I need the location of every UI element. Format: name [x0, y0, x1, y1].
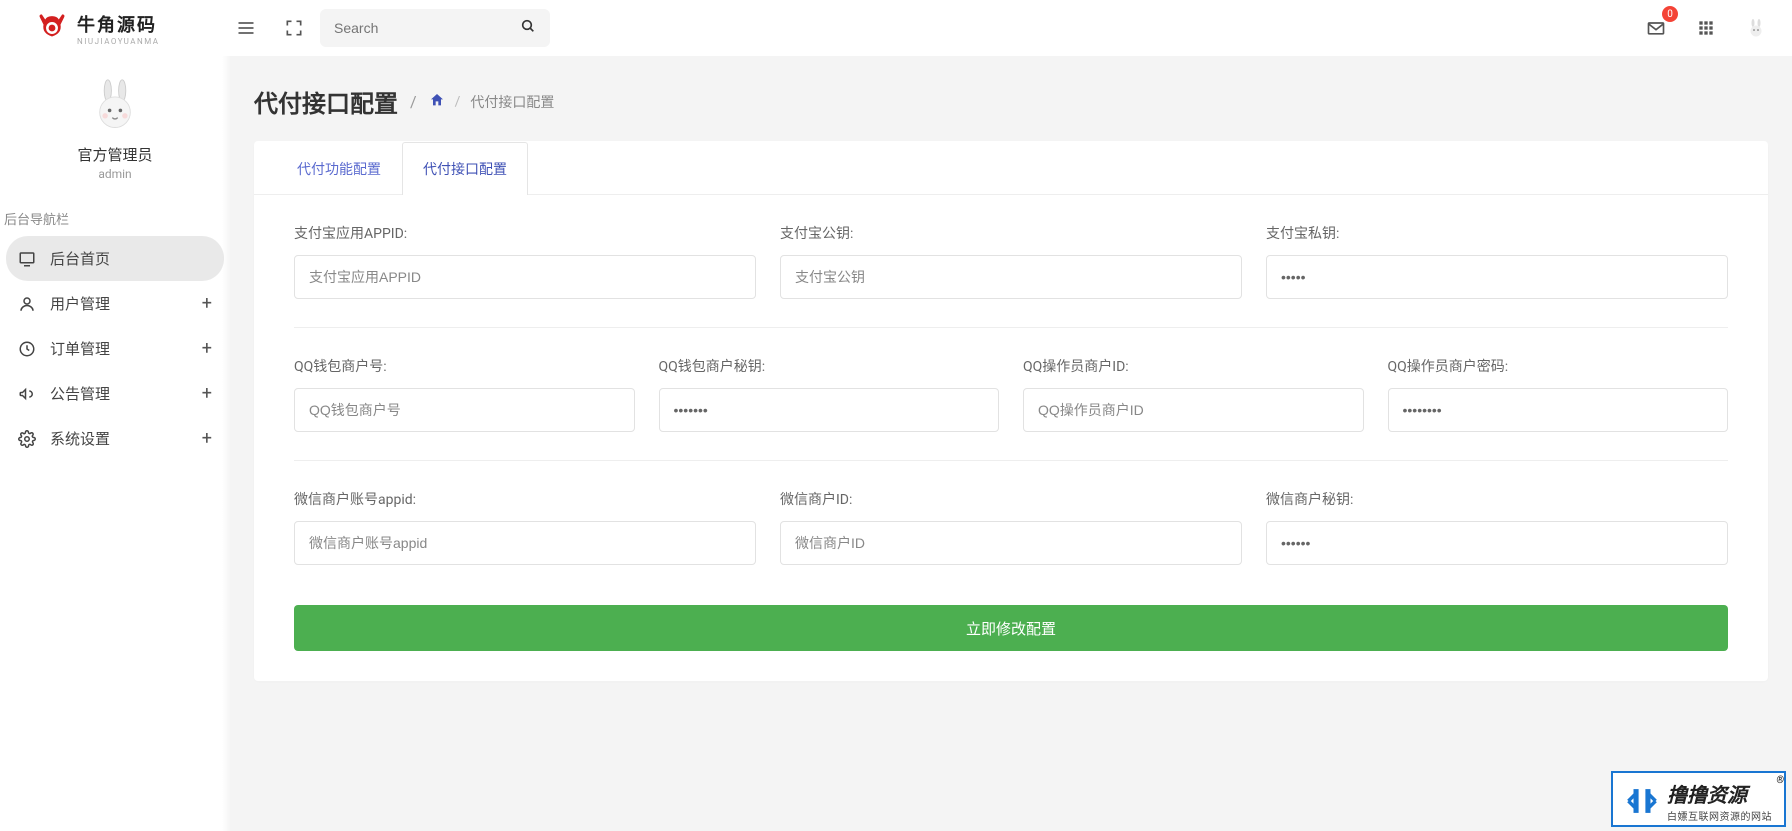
form-area: 支付宝应用APPID: 支付宝公钥: 支付宝私钥: QQ钱包商户号: [254, 195, 1768, 681]
user-block: 官方管理员 admin [0, 68, 230, 201]
menu-toggle-icon[interactable] [230, 12, 262, 44]
watermark-logo-icon [1625, 784, 1659, 818]
monitor-icon [18, 250, 36, 268]
search-input[interactable] [334, 20, 520, 36]
watermark-title: 撸撸资源® [1667, 779, 1772, 808]
plus-icon: + [202, 340, 212, 358]
nav-label: 后台首页 [50, 248, 110, 269]
label-qq-op-pwd: QQ操作员商户密码: [1388, 356, 1729, 376]
mail-icon[interactable]: 0 [1640, 12, 1672, 44]
topbar: 牛角源码 NIUJIAOYUANMA 0 [0, 0, 1792, 56]
main-content: 代付接口配置 / / 代付接口配置 代付功能配置 代付接口配置 支付宝应用APP… [230, 56, 1792, 831]
form-row-alipay: 支付宝应用APPID: 支付宝公钥: 支付宝私钥: [294, 223, 1728, 328]
megaphone-icon [18, 385, 36, 403]
breadcrumb-sep: / [410, 92, 417, 111]
page-title: 代付接口配置 [254, 84, 398, 119]
nav-label: 订单管理 [50, 338, 110, 359]
breadcrumb: / 代付接口配置 [429, 92, 555, 112]
nav-label: 用户管理 [50, 293, 110, 314]
nav-dashboard[interactable]: 后台首页 [6, 236, 224, 281]
label-wx-appid: 微信商户账号appid: [294, 489, 756, 509]
plus-icon: + [202, 430, 212, 448]
input-qq-mch[interactable] [294, 388, 635, 432]
nav-orders[interactable]: 订单管理 + [0, 326, 230, 371]
plus-icon: + [202, 295, 212, 313]
label-alipay-privkey: 支付宝私钥: [1266, 223, 1728, 243]
tab-interface-config[interactable]: 代付接口配置 [402, 142, 528, 195]
notification-badge: 0 [1662, 6, 1678, 22]
search-box [320, 9, 550, 47]
page-header: 代付接口配置 / / 代付接口配置 [254, 84, 1768, 119]
input-wx-mch-key[interactable] [1266, 521, 1728, 565]
tabs: 代付功能配置 代付接口配置 [254, 141, 1768, 195]
logo-text-en: NIUJIAOYUANMA [77, 37, 159, 46]
input-wx-mch-id[interactable] [780, 521, 1242, 565]
fullscreen-icon[interactable] [278, 12, 310, 44]
user-avatar-icon[interactable] [1740, 12, 1772, 44]
watermark-subtitle: 白嫖互联网资源的网站 [1667, 808, 1772, 823]
clock-icon [18, 340, 36, 358]
input-wx-appid[interactable] [294, 521, 756, 565]
input-qq-mch-key[interactable] [659, 388, 1000, 432]
nav-section-label: 后台导航栏 [0, 201, 230, 236]
input-qq-op-pwd[interactable] [1388, 388, 1729, 432]
label-wx-mch-id: 微信商户ID: [780, 489, 1242, 509]
submit-button[interactable]: 立即修改配置 [294, 605, 1728, 651]
plus-icon: + [202, 385, 212, 403]
bull-logo-icon [35, 11, 69, 45]
label-qq-mch-key: QQ钱包商户秘钥: [659, 356, 1000, 376]
input-qq-op-id[interactable] [1023, 388, 1364, 432]
user-avatar [88, 78, 142, 132]
apps-icon[interactable] [1690, 12, 1722, 44]
label-qq-mch: QQ钱包商户号: [294, 356, 635, 376]
nav-announcements[interactable]: 公告管理 + [0, 371, 230, 416]
nav-settings[interactable]: 系统设置 + [0, 416, 230, 461]
label-alipay-pubkey: 支付宝公钥: [780, 223, 1242, 243]
form-row-wechat: 微信商户账号appid: 微信商户ID: 微信商户秘钥: [294, 489, 1728, 593]
label-wx-mch-key: 微信商户秘钥: [1266, 489, 1728, 509]
breadcrumb-sep: / [455, 94, 461, 110]
input-alipay-privkey[interactable] [1266, 255, 1728, 299]
tab-function-config[interactable]: 代付功能配置 [276, 142, 402, 195]
input-alipay-pubkey[interactable] [780, 255, 1242, 299]
form-card: 代付功能配置 代付接口配置 支付宝应用APPID: 支付宝公钥: 支付宝私钥: [254, 141, 1768, 681]
logo-text-cn: 牛角源码 [77, 11, 159, 37]
home-icon[interactable] [429, 92, 445, 112]
label-alipay-appid: 支付宝应用APPID: [294, 223, 756, 243]
form-row-qq: QQ钱包商户号: QQ钱包商户秘钥: QQ操作员商户ID: QQ操作员商户密码: [294, 356, 1728, 461]
input-alipay-appid[interactable] [294, 255, 756, 299]
sidebar: 官方管理员 admin 后台导航栏 后台首页 用户管理 + 订单管理 + 公告管… [0, 56, 230, 831]
logo[interactable]: 牛角源码 NIUJIAOYUANMA [20, 11, 230, 46]
gear-icon [18, 430, 36, 448]
user-icon [18, 295, 36, 313]
user-name: 官方管理员 [0, 144, 230, 165]
nav-label: 系统设置 [50, 428, 110, 449]
user-role: admin [0, 167, 230, 181]
search-icon[interactable] [520, 18, 536, 38]
breadcrumb-current: 代付接口配置 [470, 92, 554, 112]
label-qq-op-id: QQ操作员商户ID: [1023, 356, 1364, 376]
watermark: 撸撸资源® 白嫖互联网资源的网站 [1611, 771, 1786, 827]
nav-label: 公告管理 [50, 383, 110, 404]
nav-users[interactable]: 用户管理 + [0, 281, 230, 326]
